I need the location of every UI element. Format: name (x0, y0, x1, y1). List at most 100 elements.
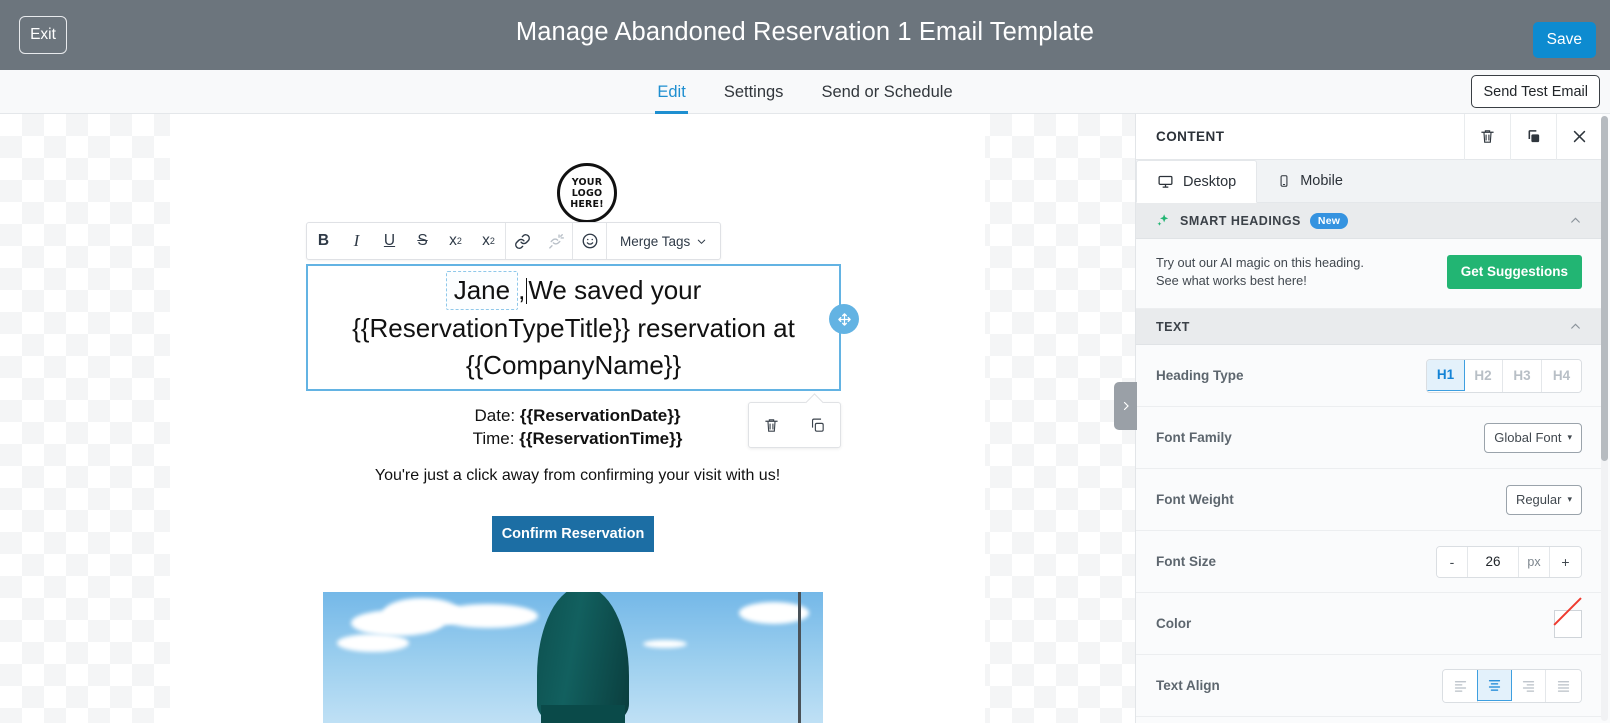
date-value: {{ReservationDate}} (519, 406, 681, 425)
tab-list: Edit Settings Send or Schedule (0, 70, 1610, 114)
merge-tags-label: Merge Tags (620, 233, 691, 249)
heading-text[interactable]: Jane, We saved your {{ReservationTypeTitl… (324, 271, 824, 384)
save-button[interactable]: Save (1532, 22, 1596, 58)
emoji-icon[interactable] (573, 223, 606, 259)
tab-settings[interactable]: Settings (722, 70, 786, 114)
duplicate-content-icon[interactable] (1510, 114, 1556, 160)
color-label: Color (1156, 616, 1192, 631)
heading-type-label: Heading Type (1156, 368, 1244, 383)
cloud-shape (438, 604, 538, 628)
text-align-row: Text Align (1136, 655, 1602, 717)
merge-tags-dropdown[interactable]: Merge Tags (607, 223, 720, 259)
unlink-icon[interactable] (539, 223, 572, 259)
logo-line-3: HERE! (570, 198, 604, 210)
font-size-decrement-button[interactable]: - (1437, 546, 1468, 577)
mobile-icon (1280, 174, 1288, 187)
heading-comma: , (518, 275, 526, 305)
close-icon[interactable] (1556, 114, 1602, 160)
smart-headings-section-header[interactable]: SMART HEADINGS New (1136, 203, 1602, 239)
tab-edit[interactable]: Edit (655, 70, 689, 114)
rte-emoji-group (573, 223, 606, 259)
bold-icon[interactable]: B (307, 223, 340, 259)
tab-mobile[interactable]: Mobile (1257, 159, 1363, 202)
merge-tag-pill[interactable]: Jane (445, 271, 519, 310)
heading-type-h4[interactable]: H4 (1542, 359, 1581, 392)
photo-pole (798, 592, 801, 723)
send-test-email-button[interactable]: Send Test Email (1471, 75, 1600, 108)
delete-block-icon[interactable] (763, 417, 780, 434)
tab-bar: Edit Settings Send or Schedule Send Test… (0, 70, 1610, 114)
color-row: Color (1136, 593, 1602, 655)
confirm-reservation-button[interactable]: Confirm Reservation (492, 516, 654, 552)
link-icon[interactable] (506, 223, 539, 259)
tab-send-or-schedule[interactable]: Send or Schedule (819, 70, 954, 114)
align-right-icon[interactable] (1511, 669, 1546, 702)
date-label: Date: (474, 406, 516, 425)
rte-link-group (506, 223, 572, 259)
chevron-up-icon[interactable] (1569, 214, 1582, 227)
heading-type-h1[interactable]: H1 (1427, 359, 1465, 391)
smart-headings-body: Try out our AI magic on this heading. Se… (1136, 239, 1602, 309)
heading-type-segmented-control: H1 H2 H3 H4 (1426, 358, 1582, 393)
heading-rest: We saved your {{ReservationTypeTitle}} r… (352, 275, 795, 380)
font-family-value: Global Font (1494, 430, 1562, 445)
photo-subject-band (541, 705, 625, 723)
time-label: Time: (472, 429, 515, 448)
duplicate-block-icon[interactable] (809, 417, 826, 434)
caret-down-icon: ▾ (1567, 494, 1572, 504)
underline-icon[interactable]: U (373, 223, 406, 259)
logo-placeholder: YOUR LOGO HERE! (557, 163, 617, 223)
desktop-icon (1158, 175, 1173, 188)
align-center-icon[interactable] (1477, 669, 1512, 701)
exit-button[interactable]: Exit (19, 16, 67, 54)
tab-desktop-label: Desktop (1183, 173, 1237, 190)
sidebar-scrollbar-thumb[interactable] (1601, 116, 1608, 461)
tab-desktop[interactable]: Desktop (1136, 160, 1258, 203)
font-size-input[interactable]: 26 (1468, 546, 1519, 577)
chevron-up-icon[interactable] (1569, 320, 1582, 333)
drag-handle-icon[interactable] (829, 304, 859, 334)
smart-copy-line-2: See what works best here! (1156, 272, 1307, 288)
sidebar-title: CONTENT (1156, 129, 1225, 144)
heading-block-selected[interactable]: Jane, We saved your {{ReservationTypeTitl… (306, 264, 841, 391)
font-family-dropdown[interactable]: Global Font ▾ (1484, 422, 1582, 453)
font-size-label: Font Size (1156, 554, 1216, 569)
email-hero-image[interactable] (323, 592, 823, 723)
color-swatch-button[interactable] (1554, 609, 1582, 638)
font-family-row: Font Family Global Font ▾ (1136, 407, 1602, 469)
smart-headings-title: SMART HEADINGS (1180, 213, 1301, 228)
cloud-shape (643, 640, 687, 648)
sidebar-header: CONTENT (1136, 114, 1602, 160)
italic-icon[interactable]: I (340, 223, 373, 259)
font-size-stepper: - 26 px + (1436, 545, 1582, 578)
reservation-date-line: Date: {{ReservationDate}} (170, 404, 985, 427)
font-size-increment-button[interactable]: + (1550, 546, 1581, 577)
subscript-icon[interactable]: x2 (472, 223, 505, 259)
reservation-time-line: Time: {{ReservationTime}} (170, 427, 985, 450)
sidebar-collapse-toggle[interactable] (1114, 382, 1137, 430)
email-canvas: YOUR LOGO HERE! B I U S x2 x2 Merge Tags… (0, 114, 1135, 723)
align-left-icon[interactable] (1443, 669, 1478, 702)
rich-text-toolbar: B I U S x2 x2 Merge Tags (306, 222, 722, 260)
heading-type-h2[interactable]: H2 (1464, 359, 1503, 392)
font-weight-dropdown[interactable]: Regular ▾ (1505, 484, 1582, 515)
sidebar-scrollbar-track[interactable] (1601, 116, 1608, 721)
heading-type-h3[interactable]: H3 (1503, 359, 1542, 392)
text-align-label: Text Align (1156, 678, 1220, 693)
cloud-shape (337, 634, 409, 652)
align-justify-icon[interactable] (1546, 669, 1581, 702)
text-section-header[interactable]: TEXT (1136, 309, 1602, 345)
delete-content-icon[interactable] (1464, 114, 1510, 160)
font-size-row: Font Size - 26 px + (1136, 531, 1602, 593)
chevron-right-icon (1123, 401, 1129, 411)
superscript-icon[interactable]: x2 (439, 223, 472, 259)
device-tab-list: Desktop Mobile (1136, 160, 1602, 203)
get-suggestions-button[interactable]: Get Suggestions (1446, 254, 1582, 289)
smart-copy-line-1: Try out our AI magic on this heading. (1156, 254, 1364, 270)
sparkles-icon (1157, 214, 1169, 226)
font-family-label: Font Family (1156, 430, 1232, 445)
strikethrough-icon[interactable]: S (406, 223, 439, 259)
font-size-unit: px (1519, 546, 1550, 577)
new-badge: New (1309, 212, 1349, 229)
time-value: {{ReservationTime}} (519, 429, 683, 448)
